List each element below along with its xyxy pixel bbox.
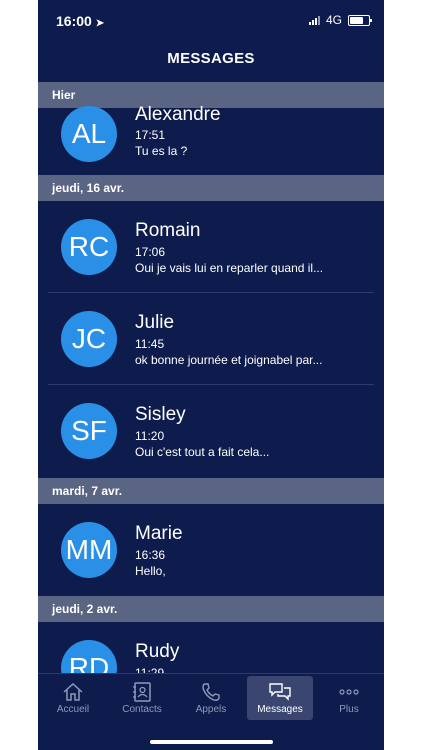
list-item-alexandre[interactable]: AL Alexandre 17:51 Tu es la ?: [38, 104, 384, 175]
signal-icon: [308, 15, 320, 25]
message-preview: Oui c'est tout a fait cela...: [135, 445, 270, 459]
status-time: 16:00 ➤: [56, 13, 104, 29]
section-header: jeudi, 16 avr.: [38, 175, 384, 201]
tab-bar: Accueil Contacts Appels Messages Plus: [38, 673, 384, 750]
contact-name: Sisley: [135, 404, 186, 425]
tab-appels[interactable]: Appels: [178, 676, 244, 720]
message-list[interactable]: Hier AL Alexandre 17:51 Tu es la ? jeudi…: [38, 82, 384, 674]
home-indicator[interactable]: [150, 740, 273, 744]
list-item-sisley[interactable]: SF Sisley 11:20 Oui c'est tout a fait ce…: [38, 385, 384, 477]
message-preview: Tu es la ?: [135, 144, 188, 158]
location-icon: ➤: [95, 18, 105, 29]
message-preview: Oui je vais lui en reparler quand il...: [135, 261, 324, 275]
list-item-marie[interactable]: MM Marie 16:36 Hello,: [38, 504, 384, 596]
contact-name: Alexandre: [135, 104, 221, 125]
contact-name: Julie: [135, 312, 175, 333]
avatar: RC: [61, 219, 117, 275]
avatar: AL: [61, 106, 117, 162]
status-right: 4G: [308, 13, 372, 27]
status-bar: 16:00 ➤ 4G: [38, 0, 384, 40]
tab-contacts[interactable]: Contacts: [109, 676, 175, 720]
page-title: MESSAGES: [167, 50, 255, 67]
tab-label: Messages: [257, 704, 303, 715]
phone-icon: [202, 683, 220, 701]
list-item-julie[interactable]: JC Julie 11:45 ok bonne journée et joign…: [38, 293, 384, 385]
message-time: 11:45: [135, 337, 165, 351]
tab-messages[interactable]: Messages: [247, 676, 313, 720]
contact-name: Marie: [135, 523, 183, 544]
tab-label: Appels: [195, 704, 227, 715]
tab-label: Contacts: [122, 704, 162, 715]
list-item-rudy[interactable]: RD Rudy 11:29: [38, 622, 384, 674]
message-time: 17:06: [135, 245, 166, 259]
list-item-romain[interactable]: RC Romain 17:06 Oui je vais lui en repar…: [38, 201, 384, 293]
avatar: MM: [61, 522, 117, 578]
message-preview: ok bonne journée et joignabel par...: [135, 353, 323, 367]
home-icon: [63, 682, 83, 701]
battery-icon: [348, 14, 372, 26]
contact-name: Romain: [135, 220, 201, 241]
contact-name: Rudy: [135, 641, 180, 662]
section-header: jeudi, 2 avr.: [38, 596, 384, 622]
avatar: SF: [61, 403, 117, 459]
avatar: RD: [61, 640, 117, 674]
tab-label: Accueil: [56, 704, 90, 715]
messages-icon: [269, 683, 291, 701]
message-time: 11:20: [135, 429, 165, 443]
app-screen: 16:00 ➤ 4G MESSAGES Hier AL Alexandre 17…: [38, 0, 384, 750]
contacts-icon: [133, 682, 151, 702]
section-header: mardi, 7 avr.: [38, 478, 384, 504]
avatar: JC: [61, 311, 117, 367]
status-time-text: 16:00: [56, 13, 92, 29]
tab-accueil[interactable]: Accueil: [40, 676, 106, 720]
message-time: 17:51: [135, 128, 166, 142]
network-label: 4G: [325, 13, 342, 27]
message-time: 16:36: [135, 548, 166, 562]
more-icon: [339, 689, 359, 695]
message-preview: Hello,: [135, 564, 166, 578]
tab-label: Plus: [339, 704, 359, 715]
tab-plus[interactable]: Plus: [316, 676, 382, 720]
